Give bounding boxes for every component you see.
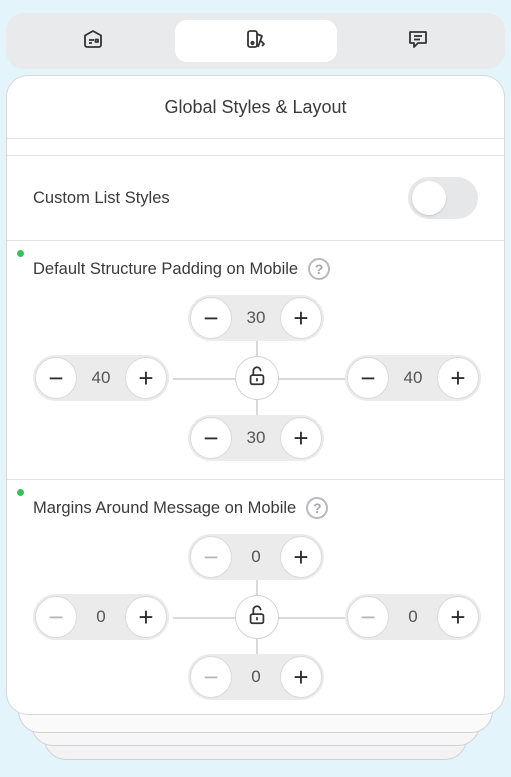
help-icon[interactable]: ? <box>306 497 329 519</box>
toggle-knob <box>412 181 446 215</box>
chat-icon <box>406 27 430 56</box>
unlock-icon <box>246 604 268 631</box>
custom-list-styles-row: Custom List Styles <box>7 156 504 241</box>
margin-right-stepper: − 0 + <box>345 594 481 640</box>
margin-bottom-stepper: − 0 + <box>188 654 324 700</box>
card-icon <box>81 27 105 56</box>
increment-button[interactable]: + <box>280 536 322 578</box>
divider <box>7 139 504 156</box>
decrement-button[interactable]: − <box>190 536 232 578</box>
margin-left-value[interactable]: 0 <box>86 607 116 627</box>
settings-panel: Global Styles & Layout Custom List Style… <box>6 75 505 715</box>
padding-lock-button[interactable] <box>235 356 279 400</box>
padding-bottom-stepper: − 30 + <box>188 415 324 461</box>
increment-button[interactable]: + <box>280 417 322 459</box>
top-tab-bar <box>6 13 505 69</box>
increment-button[interactable]: + <box>437 357 479 399</box>
increment-button[interactable]: + <box>280 656 322 698</box>
decrement-button[interactable]: − <box>190 417 232 459</box>
increment-button[interactable]: + <box>125 596 167 638</box>
margin-lock-button[interactable] <box>235 595 279 639</box>
padding-left-value[interactable]: 40 <box>86 368 116 388</box>
margins-mobile-section: Margins Around Message on Mobile ? − 0 +… <box>7 480 504 714</box>
custom-list-styles-toggle[interactable] <box>408 177 478 219</box>
increment-button[interactable]: + <box>280 297 322 339</box>
padding-bottom-value[interactable]: 30 <box>241 428 271 448</box>
paint-bucket-icon <box>244 27 268 56</box>
custom-list-styles-label: Custom List Styles <box>33 188 170 207</box>
padding-top-value[interactable]: 30 <box>241 308 271 328</box>
changed-indicator-dot <box>17 489 24 496</box>
tab-messages[interactable] <box>337 20 499 62</box>
padding-left-stepper: − 40 + <box>33 355 169 401</box>
unlock-icon <box>246 365 268 392</box>
tab-styles[interactable] <box>174 20 337 62</box>
decrement-button[interactable]: − <box>347 596 389 638</box>
margin-bottom-value[interactable]: 0 <box>241 667 271 687</box>
decrement-button[interactable]: − <box>190 297 232 339</box>
margin-left-stepper: − 0 + <box>33 594 169 640</box>
padding-right-stepper: − 40 + <box>345 355 481 401</box>
decrement-button[interactable]: − <box>190 656 232 698</box>
margin-right-value[interactable]: 0 <box>398 607 428 627</box>
margin-top-value[interactable]: 0 <box>241 547 271 567</box>
changed-indicator-dot <box>17 250 24 257</box>
padding-mobile-section: Default Structure Padding on Mobile ? − … <box>7 241 504 480</box>
decrement-button[interactable]: − <box>35 596 77 638</box>
margins-mobile-label: Margins Around Message on Mobile <box>33 498 297 517</box>
padding-mobile-label: Default Structure Padding on Mobile <box>33 259 299 278</box>
decrement-button[interactable]: − <box>35 357 77 399</box>
increment-button[interactable]: + <box>125 357 167 399</box>
help-icon[interactable]: ? <box>308 258 331 280</box>
padding-right-value[interactable]: 40 <box>398 368 428 388</box>
padding-top-stepper: − 30 + <box>188 295 324 341</box>
decrement-button[interactable]: − <box>347 357 389 399</box>
margin-top-stepper: − 0 + <box>188 534 324 580</box>
panel-title: Global Styles & Layout <box>7 76 504 139</box>
tab-content[interactable] <box>12 20 174 62</box>
increment-button[interactable]: + <box>437 596 479 638</box>
